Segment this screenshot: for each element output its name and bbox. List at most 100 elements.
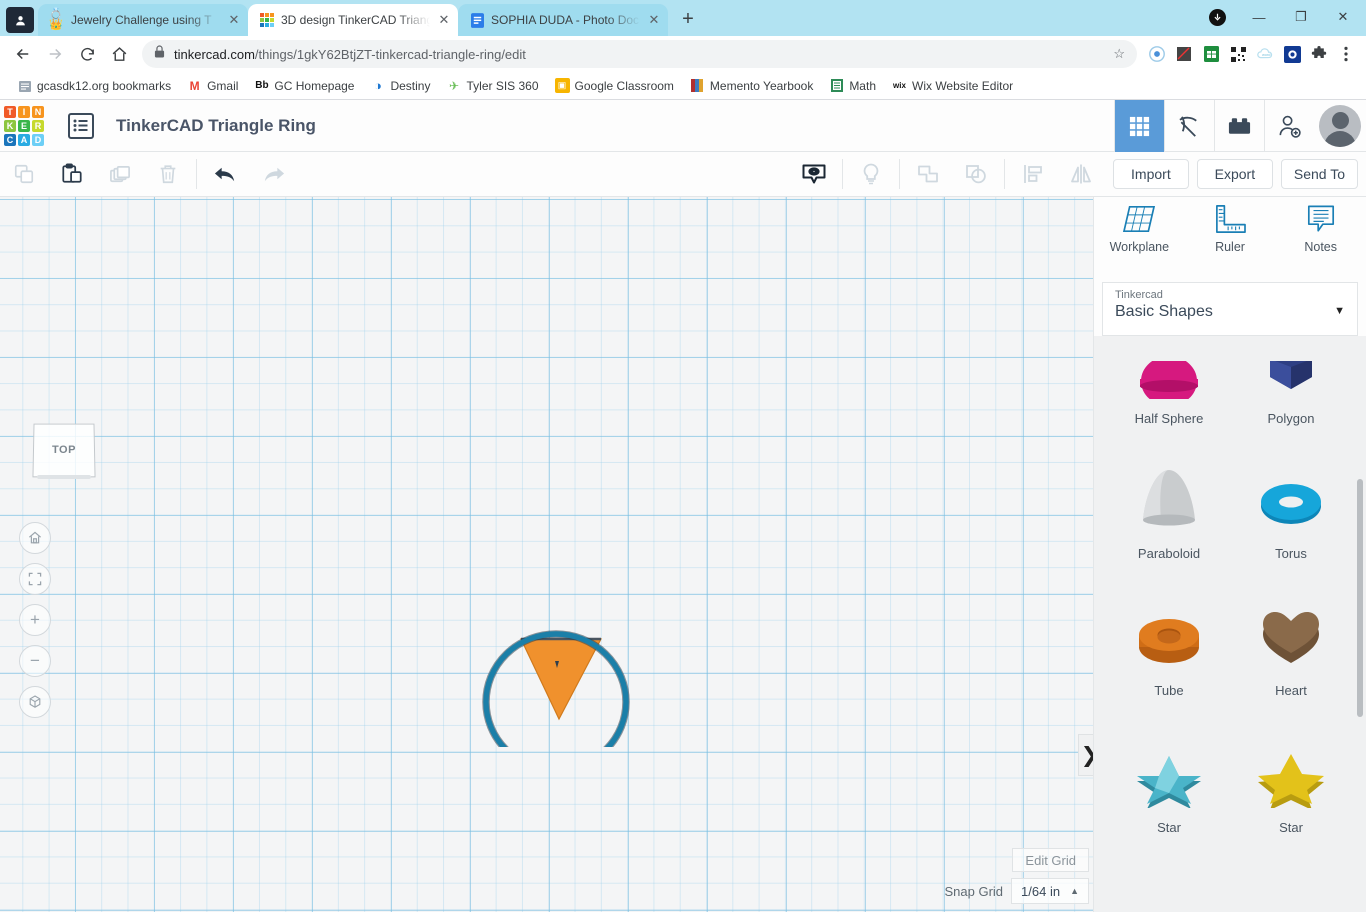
send-to-button[interactable]: Send To: [1281, 159, 1358, 189]
pickaxe-icon[interactable]: [1164, 100, 1214, 152]
torus-thumbnail: [1253, 456, 1329, 534]
mirror-icon[interactable]: [1057, 152, 1105, 196]
blue-drop-icon[interactable]: [1280, 42, 1304, 66]
bookmark-item[interactable]: ✈Tyler SIS 360: [439, 75, 545, 96]
window-minimize-button[interactable]: —: [1238, 1, 1280, 33]
workplane-tool[interactable]: Workplane: [1094, 204, 1185, 275]
back-button[interactable]: [8, 39, 38, 69]
undo-icon[interactable]: [201, 152, 249, 196]
shape-library-select[interactable]: Tinkercad Basic Shapes ▼: [1102, 282, 1358, 336]
tab-title: SOPHIA DUDA - Photo Documen: [491, 13, 640, 27]
tab-close-button[interactable]: ✕: [226, 12, 242, 28]
home-view-icon[interactable]: [19, 522, 51, 554]
shape-item-polygon[interactable]: Polygon: [1230, 361, 1352, 426]
fit-to-view-icon[interactable]: [19, 563, 51, 595]
shape-item-paraboloid[interactable]: Paraboloid: [1108, 456, 1230, 561]
shape-item-half-sphere[interactable]: Half Sphere: [1108, 361, 1230, 426]
url-domain: tinkercad.com: [174, 47, 255, 62]
avatar[interactable]: [1314, 100, 1366, 152]
ring-model[interactable]: [455, 527, 655, 747]
zoom-in-icon[interactable]: +: [19, 604, 51, 636]
polygon-thumbnail: [1254, 361, 1328, 399]
bookmark-item[interactable]: Memento Yearbook: [683, 75, 820, 96]
record-icon[interactable]: [1145, 42, 1169, 66]
panel-scrollbar[interactable]: [1357, 479, 1363, 717]
redo-icon[interactable]: [249, 152, 297, 196]
browser-menu-icon[interactable]: [1334, 42, 1358, 66]
tab-close-button[interactable]: ✕: [646, 12, 662, 28]
shape-label: Paraboloid: [1138, 546, 1200, 561]
ruler-tool[interactable]: Ruler: [1185, 204, 1276, 275]
shape-grid[interactable]: Half Sphere Polygon Paraboloid: [1094, 361, 1366, 912]
group-icon[interactable]: [904, 152, 952, 196]
tab-close-button[interactable]: ✕: [436, 12, 452, 28]
star-icon[interactable]: ☆: [1113, 46, 1125, 62]
app-header: T I N K E R C A D TinkerCAD Triangle Rin…: [0, 100, 1366, 152]
bookmark-label: Destiny: [390, 79, 430, 93]
qr-icon[interactable]: [1226, 42, 1250, 66]
window-maximize-button[interactable]: ❐: [1280, 1, 1322, 33]
bookmark-item[interactable]: ▣Google Classroom: [548, 75, 681, 96]
bookmark-item[interactable]: gcasdk12.org bookmarks: [10, 75, 178, 96]
panel-collapse-toggle[interactable]: ❯: [1078, 734, 1093, 776]
puzzle-icon[interactable]: [1307, 42, 1331, 66]
download-icon[interactable]: [1196, 1, 1238, 33]
new-tab-button[interactable]: +: [674, 5, 702, 33]
ungroup-icon[interactable]: [952, 152, 1000, 196]
shape-label: Heart: [1275, 683, 1307, 698]
browser-tab-2[interactable]: SOPHIA DUDA - Photo Documen ✕: [458, 4, 668, 36]
visibility-icon[interactable]: [790, 152, 838, 196]
address-bar[interactable]: tinkercad.com/things/1gkY62BtjZT-tinkerc…: [142, 40, 1137, 68]
tube-thumbnail: [1131, 593, 1207, 671]
forward-button[interactable]: [40, 39, 70, 69]
notes-icon: [1305, 204, 1337, 234]
profile-icon[interactable]: [6, 7, 34, 33]
screenshot-icon[interactable]: [1172, 42, 1196, 66]
shape-item-heart[interactable]: Heart: [1230, 593, 1352, 698]
reload-button[interactable]: [72, 39, 102, 69]
shape-item-tube[interactable]: Tube: [1108, 593, 1230, 698]
browser-tab-1[interactable]: 3D design TinkerCAD Triangle Ri ✕: [248, 4, 458, 36]
window-close-button[interactable]: ✕: [1322, 1, 1364, 33]
logo-tile: T: [4, 106, 16, 118]
list-menu-icon[interactable]: [68, 113, 94, 139]
shape-row: Paraboloid Torus: [1108, 456, 1352, 561]
bookmark-item[interactable]: BbGC Homepage: [247, 75, 361, 96]
hole-lightbulb-icon[interactable]: [847, 152, 895, 196]
snap-grid-label: Snap Grid: [944, 884, 1003, 899]
shape-item-torus[interactable]: Torus: [1230, 456, 1352, 561]
library-select-wrap: Tinkercad Basic Shapes ▼: [1094, 275, 1366, 336]
add-user-icon[interactable]: [1264, 100, 1314, 152]
bookmark-item[interactable]: MGmail: [180, 75, 245, 96]
perspective-toggle-icon[interactable]: [19, 686, 51, 718]
notes-tool[interactable]: Notes: [1275, 204, 1366, 275]
paste-icon[interactable]: [48, 152, 96, 196]
snap-grid-select[interactable]: 1/64 in ▲: [1011, 878, 1089, 904]
zoom-out-icon[interactable]: −: [19, 645, 51, 677]
grid-apps-icon[interactable]: [1114, 100, 1164, 152]
memento-icon: [690, 78, 705, 93]
design-canvas[interactable]: TOP + − ❯ Edit Grid Snap Grid 1/64: [0, 197, 1093, 912]
shape-item-star-blue[interactable]: Star: [1108, 730, 1230, 835]
tinkercad-logo[interactable]: T I N K E R C A D: [2, 104, 46, 148]
word-cloud-icon[interactable]: word: [1253, 42, 1277, 66]
home-button[interactable]: [104, 39, 134, 69]
bookmark-item[interactable]: wixWix Website Editor: [885, 75, 1020, 96]
align-icon[interactable]: [1009, 152, 1057, 196]
lego-brick-icon[interactable]: [1214, 100, 1264, 152]
export-button[interactable]: Export: [1197, 159, 1273, 189]
delete-icon[interactable]: [144, 152, 192, 196]
browser-tab-0[interactable]: 💍👑 Jewelry Challenge using T ✕: [38, 4, 248, 36]
extension-icons: word: [1145, 42, 1358, 66]
triangle-shape[interactable]: [521, 639, 601, 719]
bookmark-item[interactable]: Math: [822, 75, 883, 96]
sheets-icon[interactable]: [1199, 42, 1223, 66]
import-button[interactable]: Import: [1113, 159, 1189, 189]
shape-item-star-yellow[interactable]: Star: [1230, 730, 1352, 835]
address-bar-text: tinkercad.com/things/1gkY62BtjZT-tinkerc…: [174, 47, 526, 62]
edit-grid-button[interactable]: Edit Grid: [1012, 848, 1089, 872]
duplicate-icon[interactable]: [96, 152, 144, 196]
view-cube[interactable]: TOP: [28, 423, 100, 489]
bookmark-item[interactable]: ◑Destiny: [363, 75, 437, 96]
copy-icon[interactable]: [0, 152, 48, 196]
